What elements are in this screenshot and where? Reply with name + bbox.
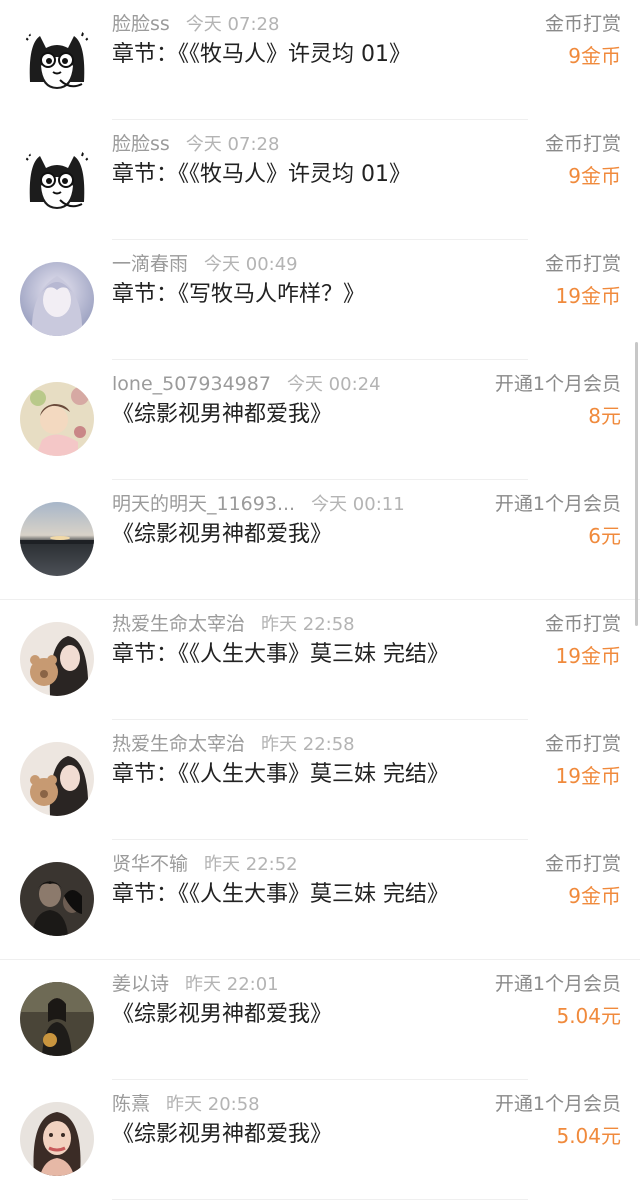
item-title: 章节：《《人生大事》莫三妹 完结》 (112, 642, 449, 667)
user-name[interactable]: 明天的明天_11693... (112, 493, 295, 515)
scrollbar[interactable] (635, 342, 638, 626)
list-item[interactable]: 热爱生命太宰治 昨天 22:58 章节：《《人生大事》莫三妹 完结》 金币打赏 19金币 (0, 720, 640, 840)
list-item[interactable]: 明天的明天_11693... 今天 00:11 《综影视男神都爱我》 开通1个月会员 6… (0, 480, 640, 600)
item-title: 章节：《《牧马人》许灵均 01》 (112, 42, 411, 67)
item-meta: 热爱生命太宰治 昨天 22:58 (112, 732, 355, 757)
transaction-type: 金币打赏 (544, 133, 621, 155)
user-name[interactable]: 陈熹 (112, 1093, 150, 1115)
transaction-type: 开通1个月会员 (494, 493, 621, 515)
timestamp: 今天 07:28 (185, 14, 280, 35)
woman-portrait-avatar (20, 1102, 94, 1176)
avatar[interactable] (20, 502, 94, 576)
timestamp: 今天 00:49 (204, 254, 298, 275)
item-meta: lone_507934987 今天 00:24 (112, 372, 381, 397)
item-title: 《综影视男神都爱我》 (112, 1122, 333, 1147)
transaction-type: 金币打赏 (544, 853, 621, 875)
transaction-amount: 5.04元 (556, 1004, 621, 1028)
transaction-type: 金币打赏 (544, 13, 621, 35)
transaction-type: 金币打赏 (544, 253, 621, 275)
list-item[interactable]: 贤华不输 昨天 22:52 章节：《《人生大事》莫三妹 完结》 金币打赏 9金币 (0, 840, 640, 960)
item-meta: 贤华不输 昨天 22:52 (112, 852, 298, 877)
transaction-amount: 19金币 (555, 644, 621, 668)
timestamp: 今天 00:11 (311, 494, 405, 515)
avatar[interactable] (20, 1102, 94, 1176)
list-item[interactable]: 脸脸ss 今天 07:28 章节：《《牧马人》许灵均 01》 金币打赏 9金币 (0, 0, 640, 120)
timestamp: 昨天 22:52 (204, 854, 298, 875)
item-meta: 热爱生命太宰治 昨天 22:58 (112, 612, 355, 637)
list-item[interactable]: 热爱生命太宰治 昨天 22:58 章节：《《人生大事》莫三妹 完结》 金币打赏 19金币 (0, 600, 640, 720)
user-name[interactable]: 脸脸ss (112, 13, 170, 35)
user-name[interactable]: 热爱生命太宰治 (112, 613, 245, 635)
transaction-amount: 9金币 (568, 44, 621, 68)
transaction-type: 开通1个月会员 (494, 973, 621, 995)
item-title: 章节：《《人生大事》莫三妹 完结》 (112, 762, 449, 787)
item-title: 《综影视男神都爱我》 (112, 1002, 333, 1027)
timestamp: 昨天 22:58 (261, 614, 355, 635)
avatar[interactable] (20, 382, 94, 456)
list-item[interactable]: 姜以诗 昨天 22:01 《综影视男神都爱我》 开通1个月会员 5.04元 (0, 960, 640, 1080)
item-meta: 姜以诗 昨天 22:01 (112, 972, 279, 997)
item-title: 章节：《《牧马人》许灵均 01》 (112, 162, 411, 187)
timestamp: 昨天 22:58 (261, 734, 355, 755)
anime-girl-avatar (20, 262, 94, 336)
girl-with-bear-avatar (20, 622, 94, 696)
cat-avatar (20, 142, 94, 216)
avatar[interactable] (20, 742, 94, 816)
transaction-amount: 19金币 (555, 284, 621, 308)
transaction-amount: 8元 (588, 404, 621, 428)
item-title: 章节：《写牧马人咋样？》 (112, 282, 366, 307)
avatar[interactable] (20, 22, 94, 96)
timestamp: 今天 00:24 (286, 374, 381, 395)
item-meta: 一滴春雨 今天 00:49 (112, 252, 298, 277)
list-item[interactable]: 一滴春雨 今天 00:49 章节：《写牧马人咋样？》 金币打赏 19金币 (0, 240, 640, 360)
item-title: 章节：《《人生大事》莫三妹 完结》 (112, 882, 449, 907)
transaction-amount: 19金币 (555, 764, 621, 788)
list-item[interactable]: 陈熹 昨天 20:58 《综影视男神都爱我》 开通1个月会员 5.04元 (0, 1080, 640, 1200)
timestamp: 今天 07:28 (185, 134, 280, 155)
timestamp: 昨天 20:58 (166, 1094, 260, 1115)
item-meta: 脸脸ss 今天 07:28 (112, 132, 279, 157)
list-item[interactable]: lone_507934987 今天 00:24 《综影视男神都爱我》 开通1个月会员 8… (0, 360, 640, 480)
transaction-type: 开通1个月会员 (494, 373, 621, 395)
user-name[interactable]: 脸脸ss (112, 133, 170, 155)
user-name[interactable]: 贤华不输 (112, 853, 188, 875)
transaction-amount: 9金币 (568, 884, 621, 908)
woman-dark-avatar (20, 982, 94, 1056)
avatar[interactable] (20, 142, 94, 216)
item-meta: 脸脸ss 今天 07:28 (112, 12, 279, 37)
dark-couple-avatar (20, 862, 94, 936)
illustration-avatar (20, 382, 94, 456)
list-item[interactable]: 脸脸ss 今天 07:28 章节：《《牧马人》许灵均 01》 金币打赏 9金币 (0, 120, 640, 240)
transaction-type: 金币打赏 (544, 733, 621, 755)
user-name[interactable]: 姜以诗 (112, 973, 169, 995)
transaction-type: 金币打赏 (544, 613, 621, 635)
girl-with-bear-avatar (20, 742, 94, 816)
avatar[interactable] (20, 262, 94, 336)
timestamp: 昨天 22:01 (185, 974, 279, 995)
item-title: 《综影视男神都爱我》 (112, 522, 333, 547)
transaction-amount: 9金币 (568, 164, 621, 188)
sunset-lake-avatar (20, 502, 94, 576)
avatar[interactable] (20, 622, 94, 696)
item-meta: 明天的明天_11693... 今天 00:11 (112, 492, 405, 517)
user-name[interactable]: 一滴春雨 (112, 253, 188, 275)
transaction-list[interactable]: 脸脸ss 今天 07:28 章节：《《牧马人》许灵均 01》 金币打赏 9金币 脸脸ss 今… (0, 0, 640, 1200)
transaction-amount: 5.04元 (556, 1124, 621, 1148)
user-name[interactable]: 热爱生命太宰治 (112, 733, 245, 755)
user-name[interactable]: lone_507934987 (112, 373, 271, 395)
item-meta: 陈熹 昨天 20:58 (112, 1092, 260, 1117)
cat-avatar (20, 22, 94, 96)
avatar[interactable] (20, 982, 94, 1056)
item-title: 《综影视男神都爱我》 (112, 402, 333, 427)
transaction-amount: 6元 (588, 524, 621, 548)
transaction-type: 开通1个月会员 (494, 1093, 621, 1115)
avatar[interactable] (20, 862, 94, 936)
